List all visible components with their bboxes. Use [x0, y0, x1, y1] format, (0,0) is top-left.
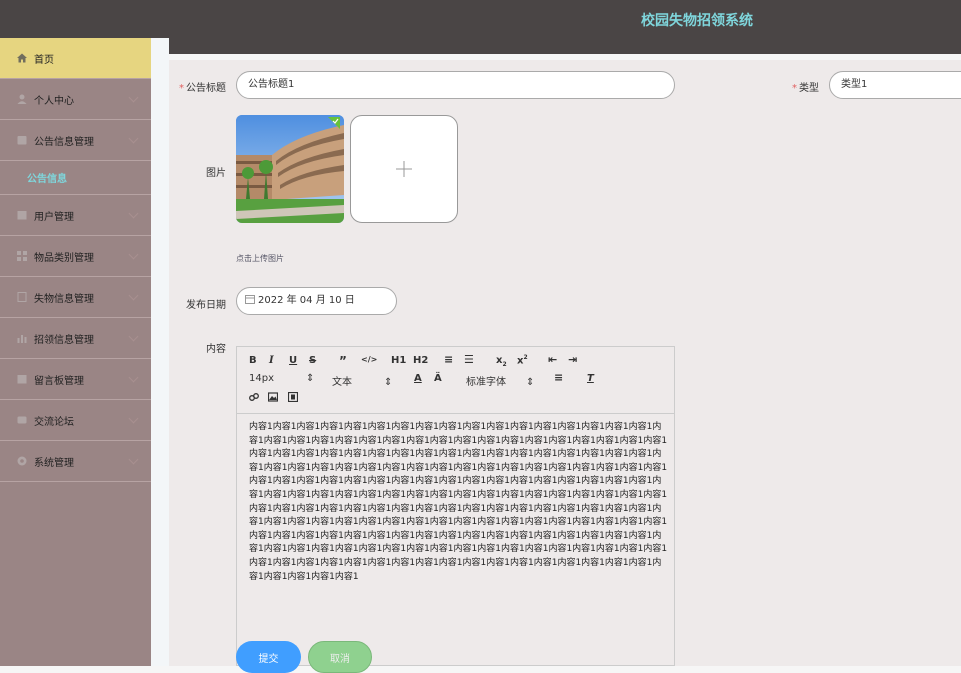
- text-color-button[interactable]: A: [414, 373, 422, 384]
- sidebar: 首页 个人中心 公告信息管理 公告信息 用户管理 物品类别管理 失物信息管理 招…: [0, 38, 151, 666]
- editor-content[interactable]: 内容1内容1内容1内容1内容1内容1内容1内容1内容1内容1内容1内容1内容1内…: [249, 421, 669, 584]
- sidebar-item-label: 留言板管理: [34, 375, 84, 387]
- content-gutter: [151, 38, 169, 666]
- message-icon: [17, 375, 27, 384]
- video-icon[interactable]: [288, 392, 298, 402]
- date-label: 发布日期: [186, 300, 226, 311]
- sidebar-item-found-items[interactable]: 招领信息管理: [0, 318, 151, 359]
- date-picker[interactable]: 2022 年 04 月 10 日: [236, 287, 397, 315]
- underline-button[interactable]: U: [289, 355, 297, 366]
- sidebar-subitem-notice-info[interactable]: 公告信息: [0, 161, 151, 195]
- sidebar-item-forum[interactable]: 交流论坛: [0, 400, 151, 441]
- align-button[interactable]: ≡: [554, 371, 563, 384]
- sidebar-item-profile[interactable]: 个人中心: [0, 79, 151, 120]
- title-label: * 公告标题: [179, 83, 226, 94]
- sidebar-item-notice-management[interactable]: 公告信息管理: [0, 120, 151, 161]
- superscript-button[interactable]: x2: [517, 354, 528, 366]
- campus-photo: [236, 115, 344, 223]
- sidebar-item-users[interactable]: 用户管理: [0, 195, 151, 236]
- font-family-select[interactable]: 标准字体 ⇕: [466, 373, 534, 388]
- type-label: * 类型: [792, 83, 819, 94]
- ordered-list-button[interactable]: ≡: [444, 353, 453, 366]
- chart-icon: [17, 335, 27, 343]
- sidebar-item-system[interactable]: 系统管理: [0, 441, 151, 482]
- chevron-down-icon: [128, 133, 139, 144]
- home-icon: [17, 53, 27, 63]
- forum-icon: [17, 416, 27, 424]
- outdent-button[interactable]: ⇤: [548, 353, 557, 366]
- chevron-down-icon: [128, 454, 139, 465]
- chevron-down-icon: [128, 208, 139, 219]
- clear-format-button[interactable]: T: [587, 373, 594, 384]
- image-label: 图片: [206, 168, 226, 179]
- sidebar-item-category[interactable]: 物品类别管理: [0, 236, 151, 277]
- lost-item-icon: [17, 292, 27, 302]
- type-select[interactable]: 类型1: [829, 71, 961, 99]
- sidebar-item-label: 公告信息管理: [34, 136, 94, 148]
- chevron-down-icon: [128, 92, 139, 103]
- bullet-list-button[interactable]: ☰: [464, 353, 474, 366]
- blockquote-button[interactable]: ”: [339, 354, 347, 368]
- bold-button[interactable]: B: [249, 355, 257, 366]
- content-label: 内容: [206, 344, 226, 355]
- sidebar-item-home[interactable]: 首页: [0, 38, 151, 79]
- plus-icon: [396, 161, 412, 177]
- settings-icon: [17, 456, 27, 466]
- strike-button[interactable]: S: [309, 355, 316, 366]
- image-icon[interactable]: [268, 392, 278, 402]
- editor-toolbar: B I U S ” </> H1 H2 ≡ ☰ x2 x2 ⇤ ⇥ 14px ⇕ …: [237, 347, 674, 414]
- font-size-select[interactable]: 14px ⇕: [249, 373, 314, 384]
- notice-icon: [17, 136, 27, 145]
- sidebar-item-message-board[interactable]: 留言板管理: [0, 359, 151, 400]
- category-icon: [17, 251, 27, 261]
- sidebar-item-label: 失物信息管理: [34, 293, 94, 305]
- sidebar-item-label: 交流论坛: [34, 416, 74, 428]
- users-icon: [17, 211, 27, 220]
- submit-button[interactable]: 提交: [236, 641, 301, 673]
- breadcrumb-bar: [169, 38, 961, 54]
- cancel-button[interactable]: 取消: [308, 641, 372, 673]
- header2-button[interactable]: H2: [413, 355, 428, 366]
- sidebar-item-label: 招领信息管理: [34, 334, 94, 346]
- sidebar-item-label: 个人中心: [34, 95, 74, 107]
- chevron-down-icon: [128, 290, 139, 301]
- sidebar-item-label: 系统管理: [34, 457, 74, 469]
- rich-text-editor: B I U S ” </> H1 H2 ≡ ☰ x2 x2 ⇤ ⇥ 14px ⇕ …: [236, 346, 675, 666]
- indent-button[interactable]: ⇥: [568, 353, 577, 366]
- title-input[interactable]: 公告标题1: [236, 71, 675, 99]
- uploaded-image-thumbnail[interactable]: [236, 115, 344, 223]
- upload-image-button[interactable]: [350, 115, 458, 223]
- sidebar-item-label: 首页: [34, 54, 54, 66]
- chevron-down-icon: [128, 249, 139, 260]
- date-value: 2022 年 04 月 10 日: [258, 295, 355, 306]
- text-type-select[interactable]: 文本 ⇕: [332, 373, 392, 388]
- user-icon: [17, 94, 27, 104]
- upload-hint: 点击上传图片: [236, 254, 284, 263]
- chevron-down-icon: [128, 331, 139, 342]
- code-button[interactable]: </>: [361, 355, 377, 364]
- sidebar-item-lost-items[interactable]: 失物信息管理: [0, 277, 151, 318]
- chevron-down-icon: [128, 413, 139, 424]
- top-header: 校园失物招领系统: [0, 0, 961, 38]
- sidebar-item-label: 物品类别管理: [34, 252, 94, 264]
- calendar-icon: [245, 295, 255, 304]
- chevron-down-icon: [128, 372, 139, 383]
- italic-button[interactable]: I: [269, 355, 274, 366]
- subscript-button[interactable]: x2: [496, 355, 507, 368]
- link-icon[interactable]: [249, 392, 259, 402]
- header1-button[interactable]: H1: [391, 355, 406, 366]
- background-color-button[interactable]: Ä: [434, 373, 442, 384]
- sidebar-item-label: 用户管理: [34, 211, 74, 223]
- app-title: 校园失物招领系统: [641, 13, 753, 29]
